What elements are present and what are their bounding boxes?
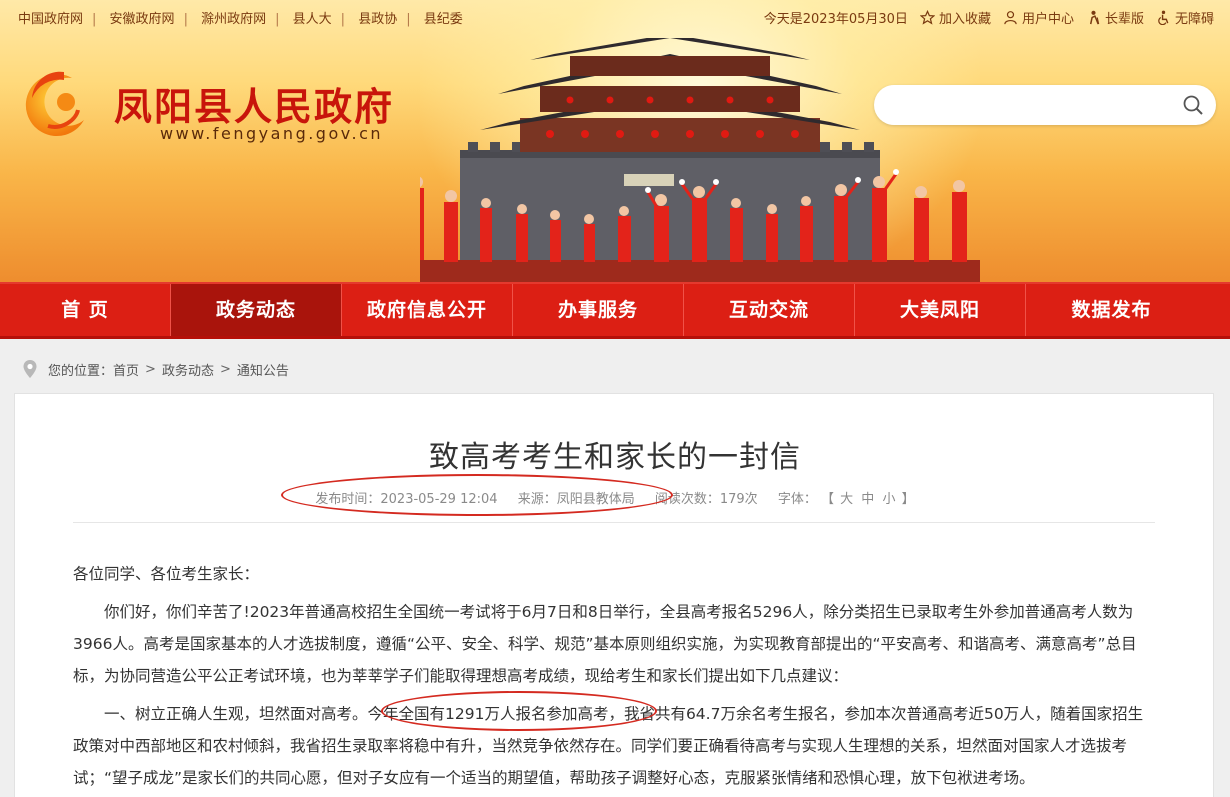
search-box (874, 85, 1216, 125)
font-size-small[interactable]: 小 (882, 492, 895, 507)
nav-item-data-release[interactable]: 数据发布 (1026, 284, 1197, 336)
nav-item-services[interactable]: 办事服务 (513, 284, 684, 336)
top-link-zhengxie[interactable]: 县政协 (358, 12, 397, 27)
bookmark-button[interactable]: 加入收藏 (919, 8, 991, 27)
breadcrumb-home[interactable]: 首页 (113, 360, 139, 379)
nav-item-beautiful-fengyang[interactable]: 大美凤阳 (855, 284, 1026, 336)
article-card: 致高考考生和家长的一封信 发布时间：2023-05-29 12:04 来源：凤阳… (14, 393, 1214, 797)
star-icon (919, 10, 935, 25)
user-icon (1004, 11, 1017, 25)
header-banner: 中国政府网 | 安徽政府网 | 滁州政府网 | 县人大 | 县政协 | 县纪委 今天是20… (0, 0, 1230, 282)
elder-icon (1089, 10, 1100, 25)
search-icon[interactable] (1182, 94, 1204, 116)
top-link-gov-anhui[interactable]: 安徽政府网 (110, 12, 175, 27)
font-size-bracket-open: 【 (820, 492, 834, 507)
search-input[interactable] (892, 93, 1172, 117)
current-date: 今天是2023年05月30日 (763, 12, 908, 27)
top-link-jiwei[interactable]: 县纪委 (424, 12, 463, 27)
site-logo (25, 71, 85, 137)
title-divider (73, 522, 1155, 523)
accessibility-label: 无障碍 (1174, 12, 1214, 27)
font-size-bracket-close: 】 (901, 492, 915, 507)
nav-item-interaction[interactable]: 互动交流 (684, 284, 855, 336)
top-link-renda[interactable]: 县人大 (293, 12, 332, 27)
top-link-gov-china[interactable]: 中国政府网 (18, 12, 83, 27)
site-title: 凤阳县人民政府 (114, 84, 395, 129)
site-url: www.fengyang.gov.cn (160, 124, 383, 143)
location-pin-icon (23, 360, 37, 378)
article-body: 各位同学、各位考生家长： 你们好，你们辛苦了!2023年普通高校招生全国统一考试… (73, 558, 1157, 797)
paragraph-intro: 你们好，你们辛苦了!2023年普通高校招生全国统一考试将于6月7日和8日举行，全… (73, 603, 1137, 685)
elder-mode-label: 长辈版 (1104, 12, 1144, 27)
top-link-gov-chuzhou[interactable]: 滁州政府网 (201, 12, 266, 27)
elder-mode-button[interactable]: 长辈版 (1086, 8, 1144, 27)
breadcrumb-separator: > (219, 361, 231, 377)
breadcrumb: 您的位置： 首页 > 政务动态 > 通知公告 (22, 358, 289, 380)
top-links: 中国政府网 | 安徽政府网 | 滁州政府网 | 县人大 | 县政协 | 县纪委 (18, 12, 463, 27)
font-size-switcher: 字体： 【 大 中 小 】 (778, 492, 915, 507)
nav-item-home[interactable]: 首 页 (0, 284, 171, 336)
top-tools: 今天是2023年05月30日 加入收藏 用户中心 长辈版 无障碍 (764, 8, 1214, 27)
breadcrumb-notices[interactable]: 通知公告 (237, 360, 289, 379)
nav-item-info-disclosure[interactable]: 政府信息公开 (342, 284, 513, 336)
user-center-label: 用户中心 (1021, 12, 1074, 27)
accessibility-icon (1158, 10, 1169, 25)
font-size-label: 字体： (777, 492, 817, 507)
user-center-button[interactable]: 用户中心 (1003, 8, 1074, 27)
top-bar: 中国政府网 | 安徽政府网 | 滁州政府网 | 县人大 | 县政协 | 县纪委 今天是20… (0, 0, 1230, 32)
annotation-oval-meta (281, 474, 673, 516)
article-title: 致高考考生和家长的一封信 (429, 440, 801, 475)
bookmark-label: 加入收藏 (938, 12, 991, 27)
font-size-medium[interactable]: 中 (861, 492, 874, 507)
annotation-oval-statistic (381, 691, 657, 731)
main-nav: 首 页 政务动态 政府信息公开 办事服务 互动交流 大美凤阳 数据发布 (0, 282, 1230, 339)
salutation: 各位同学、各位考生家长： (73, 565, 260, 583)
nav-item-news[interactable]: 政务动态 (171, 284, 342, 336)
accessibility-button[interactable]: 无障碍 (1156, 8, 1214, 27)
breadcrumb-news[interactable]: 政务动态 (162, 360, 214, 379)
banner-gate-illustration (420, 38, 980, 282)
font-size-large[interactable]: 大 (840, 492, 853, 507)
breadcrumb-separator: > (145, 361, 156, 377)
breadcrumb-prefix: 您的位置： (48, 363, 114, 379)
